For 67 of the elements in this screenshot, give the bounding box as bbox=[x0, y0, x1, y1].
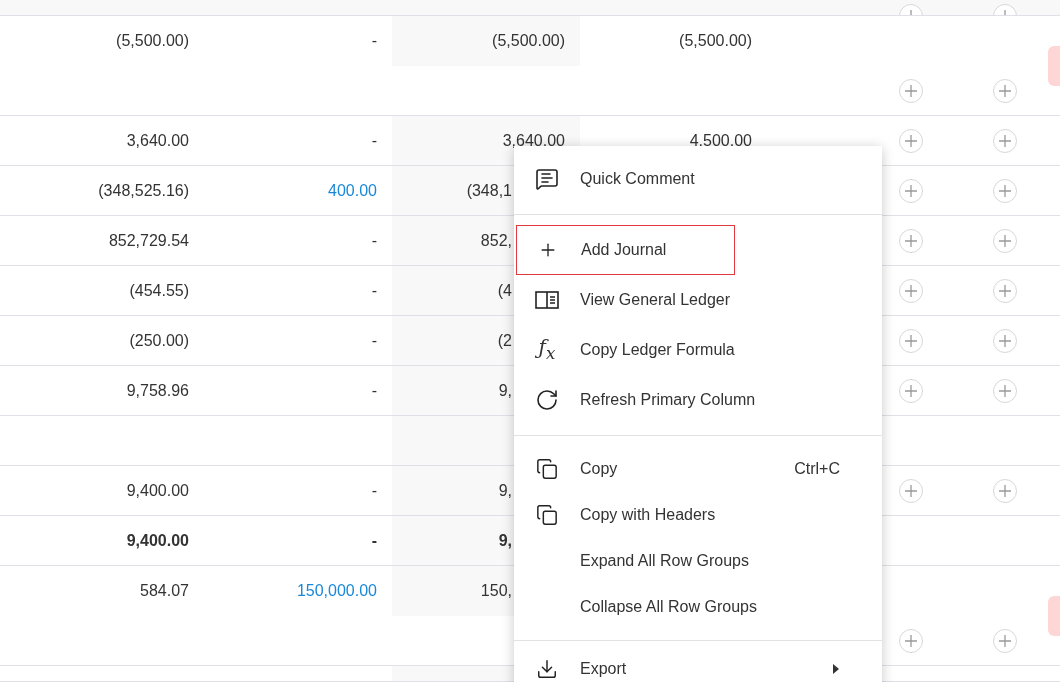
add-button[interactable] bbox=[899, 129, 923, 153]
table-cell-text: - bbox=[370, 281, 378, 301]
plus-icon bbox=[904, 634, 918, 648]
add-button[interactable] bbox=[899, 479, 923, 503]
plus-icon bbox=[998, 184, 1012, 198]
add-button[interactable] bbox=[993, 129, 1017, 153]
table-cell-text: - bbox=[370, 31, 378, 51]
add-button[interactable] bbox=[993, 329, 1017, 353]
add-button[interactable] bbox=[993, 379, 1017, 403]
plus-icon bbox=[904, 384, 918, 398]
table-cell-text: - bbox=[370, 381, 378, 401]
submenu-caret-icon bbox=[832, 663, 840, 675]
table-cell-text: 9,400.00 bbox=[125, 481, 190, 501]
add-button[interactable] bbox=[899, 79, 923, 103]
table-cell-text: - bbox=[370, 481, 378, 501]
add-button[interactable] bbox=[899, 229, 923, 253]
add-button[interactable] bbox=[899, 379, 923, 403]
add-button[interactable] bbox=[899, 179, 923, 203]
download-icon bbox=[536, 658, 558, 680]
plus-icon bbox=[998, 134, 1012, 148]
add-button[interactable] bbox=[993, 629, 1017, 653]
table-cell-text: - bbox=[370, 531, 378, 551]
plus-icon bbox=[904, 134, 918, 148]
table-cell-text: 4,500.00 bbox=[688, 131, 753, 151]
menu-item[interactable]: Export bbox=[514, 651, 882, 682]
table-cell-text: 9,758.96 bbox=[125, 381, 190, 401]
table-cell-text: - bbox=[370, 131, 378, 151]
add-button[interactable] bbox=[899, 279, 923, 303]
table-cell-text: (250.00) bbox=[128, 331, 190, 351]
plus-icon bbox=[904, 184, 918, 198]
add-button[interactable] bbox=[993, 179, 1017, 203]
table-cell-text: 584.07 bbox=[139, 581, 190, 601]
table-cell-text: (454.55) bbox=[128, 281, 190, 301]
table-cell-text: 852,729.54 bbox=[107, 231, 190, 251]
plus-icon bbox=[998, 334, 1012, 348]
plus-icon bbox=[904, 84, 918, 98]
add-button[interactable] bbox=[899, 629, 923, 653]
table-cell-text: (348,525.16) bbox=[97, 181, 190, 201]
table-cell-text: 3,640.00 bbox=[125, 131, 190, 151]
plus-icon bbox=[998, 384, 1012, 398]
table-cell-text: 9,400.00 bbox=[125, 531, 190, 551]
copy-icon bbox=[536, 504, 558, 526]
refresh-icon bbox=[535, 388, 559, 412]
table-cell-text: - bbox=[370, 231, 378, 251]
add-button[interactable] bbox=[993, 229, 1017, 253]
table-cell-text: - bbox=[370, 331, 378, 351]
plus-icon bbox=[998, 484, 1012, 498]
add-button[interactable] bbox=[899, 329, 923, 353]
add-button[interactable] bbox=[993, 479, 1017, 503]
plus-icon bbox=[904, 334, 918, 348]
amount-link[interactable]: 150,000.00 bbox=[204, 566, 392, 616]
plus-icon bbox=[904, 484, 918, 498]
table-cell-text: (5,500.00) bbox=[678, 31, 753, 51]
plus-icon bbox=[998, 234, 1012, 248]
amount-link[interactable]: 400.00 bbox=[204, 166, 392, 215]
plus-icon bbox=[998, 284, 1012, 298]
plus-icon bbox=[904, 284, 918, 298]
plus-icon bbox=[998, 84, 1012, 98]
copy-icon bbox=[536, 458, 558, 480]
plus-icon bbox=[998, 634, 1012, 648]
add-button[interactable] bbox=[993, 79, 1017, 103]
menu-item[interactable]: Add Journal bbox=[516, 225, 735, 275]
ledger-icon bbox=[535, 291, 559, 309]
comment-icon bbox=[535, 167, 559, 191]
table-cell-text: (5,500.00) bbox=[115, 31, 190, 51]
add-button[interactable] bbox=[993, 279, 1017, 303]
plus-icon bbox=[904, 234, 918, 248]
